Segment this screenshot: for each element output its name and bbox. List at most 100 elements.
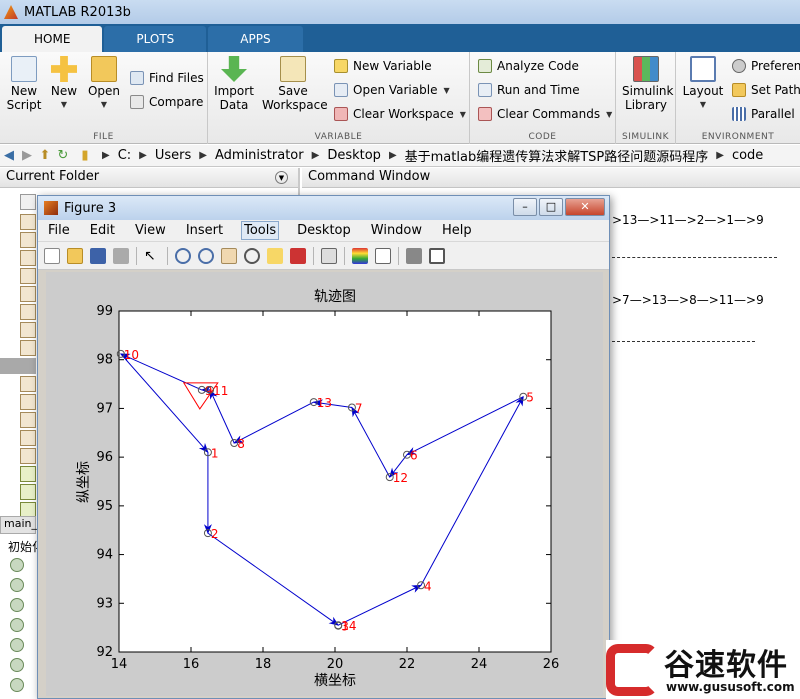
chevron-down-icon: ▼: [459, 109, 466, 119]
clear-commands-label: Clear Commands: [497, 107, 601, 121]
legend-icon[interactable]: [375, 247, 391, 264]
matlab-logo-icon: [4, 5, 18, 19]
file-item[interactable]: [20, 286, 36, 302]
watermark-name: 谷速软件: [664, 648, 788, 683]
window-title: MATLAB R2013b: [24, 4, 131, 20]
root-folder-icon[interactable]: ▮: [76, 148, 94, 163]
x-tick-label: 20: [327, 657, 344, 672]
run-and-time-button[interactable]: Run and Time: [478, 80, 580, 100]
clear-commands-icon: [478, 107, 492, 121]
file-item[interactable]: [20, 232, 36, 248]
open-variable-icon: [334, 83, 348, 97]
file-item[interactable]: [20, 430, 36, 446]
clear-workspace-button[interactable]: Clear Workspace ▼: [334, 104, 466, 124]
colorbar-icon[interactable]: [352, 247, 368, 264]
breadcrumb-item[interactable]: code: [732, 148, 763, 163]
new-script-button[interactable]: New Script: [4, 56, 44, 112]
menu-edit[interactable]: Edit: [88, 222, 117, 239]
rotate-icon[interactable]: [244, 247, 260, 264]
details-tab[interactable]: main_: [0, 516, 37, 534]
file-item[interactable]: [20, 466, 36, 482]
city-label: 4: [424, 579, 432, 593]
find-files-button[interactable]: Find Files: [130, 68, 204, 88]
file-item[interactable]: [20, 394, 36, 410]
breadcrumb-item[interactable]: Administrator: [215, 148, 304, 163]
x-tick-label: 24: [471, 657, 488, 672]
print-icon[interactable]: [113, 247, 129, 264]
open-file-icon[interactable]: [67, 247, 83, 264]
city-label: 7: [355, 401, 363, 415]
brush-icon[interactable]: [290, 247, 306, 264]
browse-folder-icon[interactable]: ↻: [54, 148, 72, 163]
new-button[interactable]: New ▼: [48, 56, 80, 112]
selected-file-row[interactable]: [0, 358, 36, 374]
breadcrumb-item[interactable]: 基于matlab编程遗传算法求解TSP路径问题源码程序: [405, 146, 709, 165]
simulink-library-button[interactable]: Simulink Library: [622, 56, 673, 112]
figure-title-bar[interactable]: Figure 3 – □ ✕: [38, 196, 609, 220]
layout-button[interactable]: Layout ▼: [682, 56, 724, 112]
close-button[interactable]: ✕: [565, 198, 605, 216]
zoom-in-icon[interactable]: [175, 247, 191, 264]
link-plot-icon[interactable]: [321, 247, 337, 264]
panel-menu-icon[interactable]: ▼: [275, 171, 288, 184]
file-item[interactable]: [20, 214, 36, 230]
file-item[interactable]: [20, 322, 36, 338]
up-folder-icon[interactable]: ⬆: [36, 148, 54, 163]
workspace-var-icon: [10, 678, 24, 692]
new-figure-icon[interactable]: [44, 247, 60, 264]
pointer-icon[interactable]: ↖: [144, 248, 160, 264]
compare-button[interactable]: Compare: [130, 92, 203, 112]
clear-commands-button[interactable]: Clear Commands ▼: [478, 104, 612, 124]
city-label: 2: [211, 527, 219, 541]
file-item[interactable]: [20, 194, 36, 210]
zoom-out-icon[interactable]: [198, 247, 214, 264]
menu-help[interactable]: Help: [440, 222, 474, 239]
file-item[interactable]: [20, 268, 36, 284]
analyze-code-button[interactable]: Analyze Code: [478, 56, 579, 76]
pan-hand-icon[interactable]: [221, 247, 237, 264]
file-item[interactable]: [20, 304, 36, 320]
breadcrumb-item[interactable]: Users: [155, 148, 191, 163]
set-path-button[interactable]: Set Path: [732, 80, 800, 100]
file-item[interactable]: [20, 250, 36, 266]
file-item[interactable]: [20, 340, 36, 356]
menu-insert[interactable]: Insert: [184, 222, 225, 239]
import-data-button[interactable]: Import Data: [214, 56, 254, 112]
minimize-button[interactable]: –: [513, 198, 537, 216]
new-variable-label: New Variable: [353, 59, 432, 73]
maximize-button[interactable]: □: [539, 198, 563, 216]
y-tick-label: 93: [96, 596, 113, 611]
show-plot-tools-icon[interactable]: [429, 247, 445, 264]
figure-window[interactable]: Figure 3 – □ ✕ File Edit View Insert Too…: [37, 195, 610, 699]
preferences-button[interactable]: Preferen: [732, 56, 800, 76]
save-icon[interactable]: [90, 247, 106, 264]
tab-apps[interactable]: APPS: [208, 26, 303, 52]
forward-arrow-icon[interactable]: ▶: [18, 148, 36, 163]
file-item[interactable]: [20, 484, 36, 500]
menu-window[interactable]: Window: [369, 222, 424, 239]
breadcrumb-separator-icon: ▶: [311, 150, 320, 161]
save-workspace-button[interactable]: Save Workspace: [262, 56, 328, 112]
menu-tools[interactable]: Tools: [241, 221, 280, 240]
open-button[interactable]: Open ▼: [86, 56, 122, 112]
new-variable-button[interactable]: New Variable: [334, 56, 432, 76]
x-axis-label: 横坐标: [314, 673, 356, 689]
file-item[interactable]: [20, 412, 36, 428]
file-item[interactable]: [20, 448, 36, 464]
back-arrow-icon[interactable]: ◀: [0, 148, 18, 163]
file-item[interactable]: [20, 376, 36, 392]
open-label: Open: [87, 84, 121, 98]
tab-plots[interactable]: PLOTS: [104, 26, 207, 52]
figure-menu-bar: File Edit View Insert Tools Desktop Wind…: [38, 220, 609, 242]
data-cursor-icon[interactable]: [267, 247, 283, 264]
breadcrumb-item[interactable]: C:: [118, 148, 131, 163]
breadcrumb-item[interactable]: Desktop: [327, 148, 381, 163]
menu-file[interactable]: File: [46, 222, 72, 239]
tab-home[interactable]: HOME: [2, 26, 103, 52]
simulink-library-icon: [633, 56, 659, 82]
open-variable-button[interactable]: Open Variable ▼: [334, 80, 450, 100]
menu-desktop[interactable]: Desktop: [295, 222, 353, 239]
hide-plot-tools-icon[interactable]: [406, 247, 422, 264]
parallel-button[interactable]: Parallel: [732, 104, 795, 124]
menu-view[interactable]: View: [133, 222, 168, 239]
